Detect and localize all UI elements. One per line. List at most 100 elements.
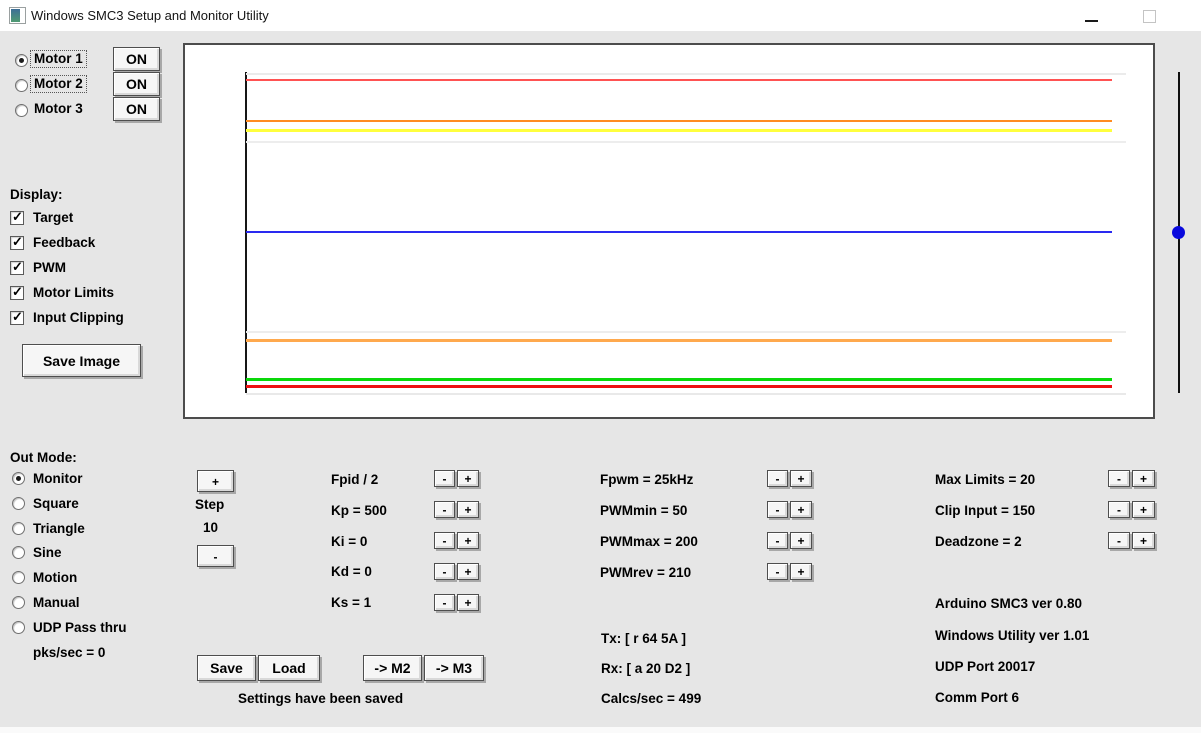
ks-minus-button[interactable]: - (434, 594, 455, 611)
motor-2-on-button[interactable]: ON (113, 72, 160, 96)
out-mode-sine-radio[interactable] (12, 546, 25, 559)
motor-1-label[interactable]: Motor 1 (30, 50, 87, 68)
checkbox-motor-limits[interactable]: ✓ (10, 285, 24, 300)
out-mode-heading: Out Mode: (10, 450, 77, 465)
app-icon (9, 7, 26, 24)
position-slider-thumb[interactable] (1172, 226, 1185, 239)
out-mode-manual-label[interactable]: Manual (33, 595, 80, 611)
kd-minus-button[interactable]: - (434, 563, 455, 580)
out-mode-triangle-radio[interactable] (12, 522, 25, 535)
bottom-edge (0, 727, 1201, 733)
pwmmin-minus-button[interactable]: - (767, 501, 788, 518)
pwmmax-plus-button[interactable]: + (790, 532, 812, 549)
upper-bound-gray-line (246, 73, 1126, 75)
checkbox-feedback[interactable]: ✓ (10, 234, 24, 250)
pwmmin-plus-button[interactable]: + (790, 501, 812, 518)
clip-lower-red-line (246, 385, 1112, 388)
limit-upper-orange-line (246, 120, 1112, 122)
tx-status: Tx: [ r 64 5A ] (601, 631, 687, 646)
motor-1-radio[interactable] (15, 54, 28, 67)
settings-saved-status: Settings have been saved (238, 691, 404, 706)
out-mode-motion-radio[interactable] (12, 571, 25, 584)
checkbox-input-clipping[interactable]: ✓ (10, 309, 24, 325)
out-mode-sine-label[interactable]: Sine (33, 545, 62, 561)
load-button[interactable]: Load (258, 655, 320, 681)
clip-input-minus-button[interactable]: - (1108, 501, 1130, 518)
out-mode-square-radio[interactable] (12, 497, 25, 510)
ki-label: Ki = 0 (331, 534, 368, 549)
kp-plus-button[interactable]: + (457, 501, 479, 518)
checkbox-input-clipping-label[interactable]: Input Clipping (33, 310, 124, 326)
out-mode-monitor-label[interactable]: Monitor (33, 471, 83, 487)
checkbox-target-label[interactable]: Target (33, 210, 73, 226)
pwm-upper-yellow-line (246, 129, 1112, 132)
calcs-per-sec-status: Calcs/sec = 499 (601, 691, 702, 706)
motor-3-radio[interactable] (15, 104, 28, 117)
pwmmax-label: PWMmax = 200 (600, 534, 698, 549)
max-limits-minus-button[interactable]: - (1108, 470, 1130, 487)
out-mode-triangle-label[interactable]: Triangle (33, 521, 85, 537)
step-plus-button[interactable]: + (197, 470, 234, 492)
max-limits-label: Max Limits = 20 (935, 472, 1036, 487)
step-minus-button[interactable]: - (197, 545, 234, 567)
out-mode-motion-label[interactable]: Motion (33, 570, 77, 586)
clip-input-label: Clip Input = 150 (935, 503, 1036, 518)
check-icon: ✓ (12, 309, 23, 324)
pwm-lower-green-line (246, 378, 1112, 381)
motor-2-radio[interactable] (15, 79, 28, 92)
kp-label: Kp = 500 (331, 503, 387, 518)
maximize-icon[interactable] (1143, 10, 1156, 23)
fpwm-plus-button[interactable]: + (790, 470, 812, 487)
clip-upper-red-line (246, 79, 1112, 81)
ki-minus-button[interactable]: - (434, 532, 455, 549)
out-mode-monitor-radio[interactable] (12, 472, 25, 485)
kd-plus-button[interactable]: + (457, 563, 479, 580)
out-mode-udp-radio[interactable] (12, 621, 25, 634)
pks-per-sec-label: pks/sec = 0 (33, 645, 106, 660)
motor-3-on-button[interactable]: ON (113, 97, 160, 121)
minimize-icon[interactable] (1085, 20, 1098, 22)
copy-to-m2-button[interactable]: -> M2 (363, 655, 422, 681)
motor-3-label[interactable]: Motor 3 (31, 101, 86, 117)
check-icon: ✓ (12, 259, 23, 274)
step-label: Step (195, 497, 225, 512)
save-image-button[interactable]: Save Image (22, 344, 141, 377)
title-bar: Windows SMC3 Setup and Monitor Utility (0, 0, 1201, 31)
clip-input-plus-button[interactable]: + (1132, 501, 1155, 518)
rx-status: Rx: [ a 20 D2 ] (601, 661, 691, 676)
utility-version-info: Windows Utility ver 1.01 (935, 628, 1090, 643)
window-title: Windows SMC3 Setup and Monitor Utility (31, 8, 269, 23)
lower-bound-gray-line (246, 393, 1126, 395)
checkbox-target[interactable]: ✓ (10, 210, 24, 225)
fpwm-minus-button[interactable]: - (767, 470, 788, 487)
fpwm-label: Fpwm = 25kHz (600, 472, 694, 487)
udp-port-info: UDP Port 20017 (935, 659, 1036, 674)
out-mode-square-label[interactable]: Square (33, 496, 79, 512)
motor-1-on-button[interactable]: ON (113, 47, 160, 71)
checkbox-motor-limits-label[interactable]: Motor Limits (33, 285, 114, 301)
out-mode-manual-radio[interactable] (12, 596, 25, 609)
pwmrev-plus-button[interactable]: + (790, 563, 812, 580)
ks-plus-button[interactable]: + (457, 594, 479, 611)
checkbox-feedback-label[interactable]: Feedback (33, 235, 95, 251)
grid-upper-gray-line (246, 141, 1126, 143)
fpid-minus-button[interactable]: - (434, 470, 455, 487)
checkbox-pwm[interactable]: ✓ (10, 259, 24, 275)
fpid-plus-button[interactable]: + (457, 470, 479, 487)
pwmrev-minus-button[interactable]: - (767, 563, 788, 580)
checkbox-pwm-label[interactable]: PWM (33, 260, 66, 276)
pwmmin-label: PWMmin = 50 (600, 503, 688, 518)
check-icon: ✓ (12, 234, 23, 249)
out-mode-udp-label[interactable]: UDP Pass thru (33, 620, 127, 636)
arduino-version-info: Arduino SMC3 ver 0.80 (935, 596, 1083, 611)
max-limits-plus-button[interactable]: + (1132, 470, 1155, 487)
copy-to-m3-button[interactable]: -> M3 (424, 655, 484, 681)
ki-plus-button[interactable]: + (457, 532, 479, 549)
deadzone-plus-button[interactable]: + (1132, 532, 1155, 549)
step-value: 10 (203, 520, 219, 535)
kp-minus-button[interactable]: - (434, 501, 455, 518)
pwmmax-minus-button[interactable]: - (767, 532, 788, 549)
motor-2-label[interactable]: Motor 2 (30, 75, 87, 93)
deadzone-minus-button[interactable]: - (1108, 532, 1130, 549)
save-button[interactable]: Save (197, 655, 256, 681)
